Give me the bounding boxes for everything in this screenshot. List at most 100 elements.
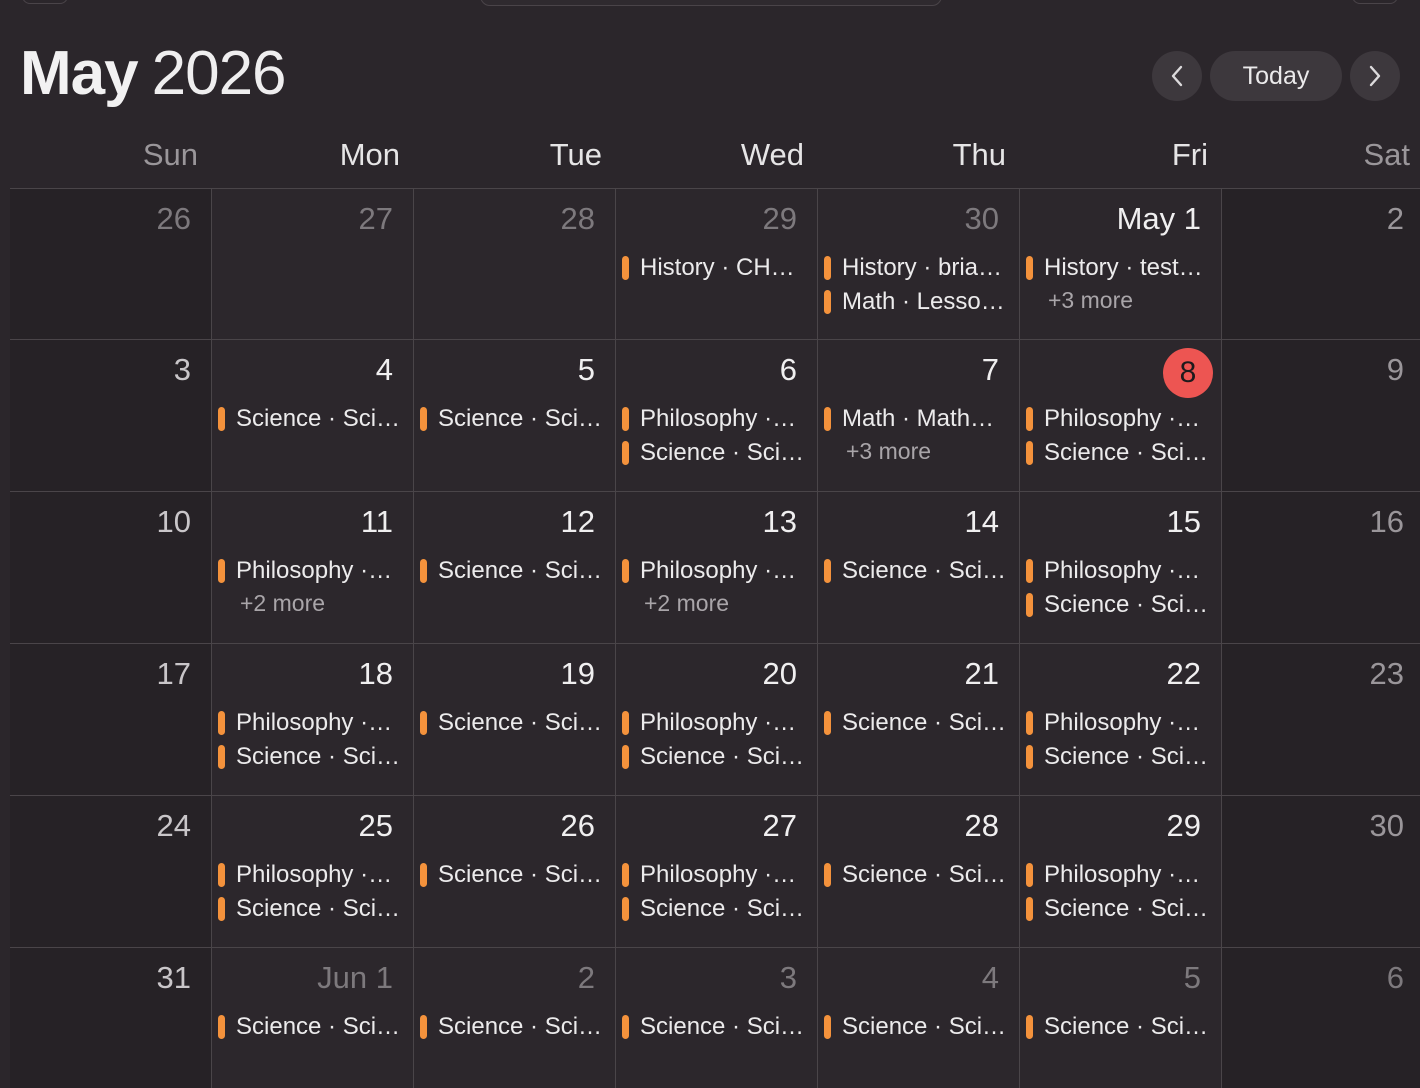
day-cell[interactable]: 6 Philosophy ·… Science · Sci… [616,340,818,492]
more-events-link[interactable]: +2 more [622,588,807,618]
day-cell[interactable]: 13 Philosophy ·… +2 more [616,492,818,644]
previous-month-button[interactable] [1152,51,1202,101]
day-cell[interactable]: 27 Philosophy ·… Science · Sci… [616,796,818,948]
event-item[interactable]: Philosophy ·… [1026,554,1211,588]
event-item[interactable]: Science · Sci… [1026,1010,1211,1044]
toolbar-button-right[interactable] [1352,0,1398,4]
event-item[interactable]: Science · Sci… [1026,588,1211,622]
toolbar-button-left[interactable] [22,0,68,4]
event-item[interactable]: Science · Sci… [420,554,605,588]
day-number: 7 [981,352,999,387]
day-cell[interactable]: 11 Philosophy ·… +2 more [212,492,414,644]
day-cell[interactable]: 7 Math · Math… +3 more [818,340,1020,492]
day-cell[interactable]: Jun 1 Science · Sci… [212,948,414,1088]
event-list: Philosophy ·… Science · Sci… [1026,402,1211,470]
event-list: History · test… +3 more [1026,251,1211,315]
event-item[interactable]: Science · Sci… [622,1010,807,1044]
day-cell[interactable]: 3 Science · Sci… [616,948,818,1088]
day-cell[interactable]: 8 Philosophy ·… Science · Sci… [1020,340,1222,492]
event-item[interactable]: Science · Sci… [622,436,807,470]
event-item[interactable]: Science · Sci… [622,892,807,926]
day-number: 30 [964,201,999,236]
event-list: Science · Sci… [420,554,605,588]
calendar-color-bar [1026,897,1033,921]
event-item[interactable]: Science · Sci… [622,740,807,774]
more-events-link[interactable]: +3 more [1026,285,1211,315]
more-events-link[interactable]: +3 more [824,436,1009,466]
day-cell[interactable]: 20 Philosophy ·… Science · Sci… [616,644,818,796]
event-item[interactable]: Philosophy ·… [622,402,807,436]
event-item[interactable]: Philosophy ·… [1026,858,1211,892]
day-cell[interactable]: 5 Science · Sci… [414,340,616,492]
event-item[interactable]: Science · Sci… [1026,436,1211,470]
day-cell[interactable]: 31 [10,948,212,1088]
day-number: 14 [964,504,999,539]
day-cell[interactable]: 19 Science · Sci… [414,644,616,796]
event-item[interactable]: Science · Sci… [824,706,1009,740]
day-cell[interactable]: 18 Philosophy ·… Science · Sci… [212,644,414,796]
day-cell[interactable]: 29 History · CH… [616,189,818,340]
event-item[interactable]: Philosophy ·… [218,858,403,892]
day-cell[interactable]: May 1 History · test… +3 more [1020,189,1222,340]
event-item[interactable]: Science · Sci… [218,1010,403,1044]
day-cell[interactable]: 2 [1222,189,1420,340]
event-item[interactable]: Philosophy ·… [1026,706,1211,740]
toolbar-search-field[interactable] [480,0,942,6]
event-item[interactable]: Science · Sci… [824,1010,1009,1044]
day-cell[interactable]: 24 [10,796,212,948]
event-item[interactable]: Science · Sci… [218,740,403,774]
event-item[interactable]: Science · Sci… [1026,892,1211,926]
day-cell[interactable]: 16 [1222,492,1420,644]
event-item[interactable]: Math · Math… [824,402,1009,436]
event-item[interactable]: Science · Sci… [824,554,1009,588]
event-item[interactable]: Philosophy ·… [1026,402,1211,436]
event-item[interactable]: Science · Sci… [420,402,605,436]
day-cell[interactable]: 15 Philosophy ·… Science · Sci… [1020,492,1222,644]
day-cell[interactable]: 28 Science · Sci… [818,796,1020,948]
more-events-link[interactable]: +2 more [218,588,403,618]
event-item[interactable]: History · bria… [824,251,1009,285]
event-item[interactable]: History · CH… [622,251,807,285]
event-item[interactable]: Science · Sci… [420,1010,605,1044]
event-item[interactable]: Science · Sci… [218,402,403,436]
day-cell[interactable]: 17 [10,644,212,796]
event-item[interactable]: Philosophy ·… [622,706,807,740]
day-cell[interactable]: 25 Philosophy ·… Science · Sci… [212,796,414,948]
event-item[interactable]: Philosophy ·… [622,554,807,588]
weekday-fri: Fri [1171,137,1208,172]
day-cell[interactable]: 3 [10,340,212,492]
day-cell[interactable]: 26 [10,189,212,340]
event-item[interactable]: Science · Sci… [420,706,605,740]
event-item[interactable]: History · test… [1026,251,1211,285]
day-cell[interactable]: 9 [1222,340,1420,492]
day-cell[interactable]: 2 Science · Sci… [414,948,616,1088]
event-item[interactable]: Philosophy ·… [218,554,403,588]
day-cell[interactable]: 29 Philosophy ·… Science · Sci… [1020,796,1222,948]
event-item[interactable]: Science · Sci… [420,858,605,892]
calendar-color-bar [824,863,831,887]
weekday-sat: Sat [1363,137,1410,172]
day-cell[interactable]: 22 Philosophy ·… Science · Sci… [1020,644,1222,796]
day-cell[interactable]: 14 Science · Sci… [818,492,1020,644]
event-item[interactable]: Science · Sci… [824,858,1009,892]
event-item[interactable]: Philosophy ·… [218,706,403,740]
day-cell[interactable]: 10 [10,492,212,644]
day-cell[interactable]: 6 [1222,948,1420,1088]
event-item[interactable]: Philosophy ·… [622,858,807,892]
event-item[interactable]: Science · Sci… [1026,740,1211,774]
day-cell[interactable]: 26 Science · Sci… [414,796,616,948]
day-cell[interactable]: 5 Science · Sci… [1020,948,1222,1088]
day-cell[interactable]: 23 [1222,644,1420,796]
day-cell[interactable]: 4 Science · Sci… [212,340,414,492]
day-cell[interactable]: 4 Science · Sci… [818,948,1020,1088]
day-cell[interactable]: 30 [1222,796,1420,948]
day-cell[interactable]: 30 History · bria… Math · Lesso… [818,189,1020,340]
day-cell[interactable]: 21 Science · Sci… [818,644,1020,796]
today-button[interactable]: Today [1210,51,1342,101]
day-cell[interactable]: 27 [212,189,414,340]
day-cell[interactable]: 28 [414,189,616,340]
next-month-button[interactable] [1350,51,1400,101]
event-item[interactable]: Math · Lesso… [824,285,1009,319]
day-cell[interactable]: 12 Science · Sci… [414,492,616,644]
event-item[interactable]: Science · Sci… [218,892,403,926]
